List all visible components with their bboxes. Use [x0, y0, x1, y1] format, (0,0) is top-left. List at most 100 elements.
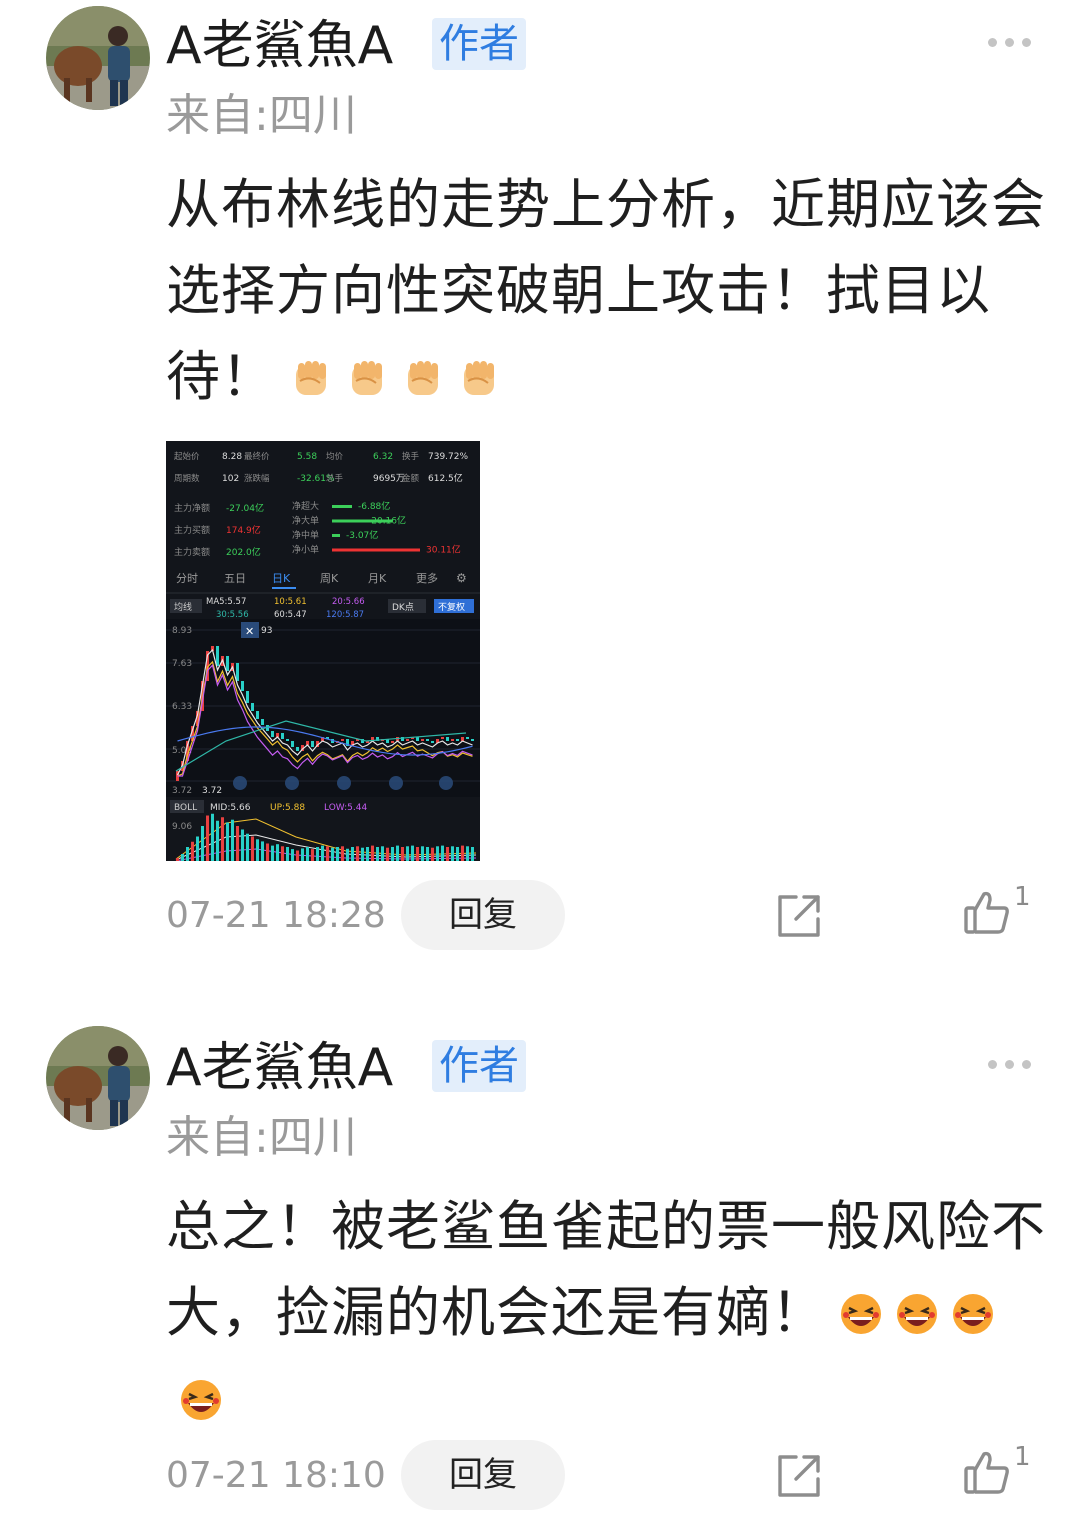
stat-label: 周期数 [174, 473, 200, 484]
boll-bar [186, 847, 189, 861]
stat-label: 均价 [326, 451, 344, 462]
more-options-icon[interactable] [986, 1056, 1034, 1072]
boll-bar [381, 846, 384, 861]
candle [246, 691, 249, 703]
boll-bar [206, 815, 209, 861]
fund-value: -27.04亿 [226, 502, 264, 514]
boll-bar [401, 847, 404, 861]
chart-tab: 分时 [176, 572, 198, 585]
timestamp: 07-21 18:28 [166, 895, 386, 936]
fund-label: 净大单 [292, 515, 319, 527]
candle [466, 737, 469, 739]
fund-bar [332, 505, 352, 508]
candle [446, 737, 449, 741]
boll-bar [336, 847, 339, 861]
svg-text:93: 93 [261, 626, 272, 636]
boll-bar [241, 829, 244, 861]
share-icon[interactable] [776, 1453, 822, 1499]
like-count: 1 [1014, 1442, 1031, 1472]
stat-label: 金额 [402, 473, 420, 484]
stat-label: 起始价 [174, 451, 200, 462]
boll-bar [431, 847, 434, 861]
boll-bar [446, 847, 449, 861]
reply-button[interactable]: 回复 [401, 1440, 565, 1510]
active-tab-indicator [272, 587, 296, 589]
fund-value: -6.88亿 [358, 500, 390, 512]
boll-low: LOW:5.44 [324, 803, 367, 813]
fund-value: -20.16亿 [368, 515, 406, 527]
boll-bar [436, 846, 439, 861]
emoji-group [276, 345, 500, 408]
laughing-emoji [181, 1380, 221, 1420]
more-options-icon[interactable] [986, 34, 1034, 50]
fund-label: 净小单 [292, 544, 319, 556]
boll-bar [466, 846, 469, 861]
username[interactable]: A老鯊魚A [166, 16, 393, 76]
chart-tab: 五日 [224, 572, 246, 585]
price-tick: 3.72 [172, 786, 192, 796]
candle [261, 719, 264, 725]
fund-bar [332, 548, 420, 552]
stat-value: 6.32 [373, 452, 393, 462]
reply-button[interactable]: 回复 [401, 880, 565, 950]
boll-bar [226, 822, 229, 861]
boll-bar [406, 846, 409, 861]
boll-bar [456, 847, 459, 861]
chart-tab: 日K [272, 572, 291, 585]
boll-bar [331, 847, 334, 861]
boll-bar [416, 847, 419, 861]
price-tick: 7.63 [172, 659, 192, 669]
stat-value: 612.5亿 [428, 472, 463, 484]
boll-bar [371, 845, 374, 861]
laughing-emoji [953, 1294, 993, 1334]
candle [251, 703, 254, 711]
candle [281, 733, 284, 739]
stat-label: 涨跌幅 [244, 473, 270, 484]
stat-value: 9695万 [373, 474, 405, 484]
boll-mid: MID:5.66 [210, 803, 251, 813]
candle [391, 741, 394, 743]
boll-bar [201, 826, 204, 861]
dk-label: DK点 [392, 602, 414, 613]
ma-label: 均线 [174, 601, 192, 613]
candle [216, 646, 219, 666]
candle [311, 741, 314, 747]
share-icon[interactable] [776, 893, 822, 939]
candle [421, 739, 424, 741]
candle [226, 656, 229, 671]
fist-emoji [352, 361, 382, 395]
boll-bar [216, 820, 219, 861]
avatar[interactable] [46, 6, 150, 110]
boll-bar [391, 847, 394, 861]
boll-bar [441, 845, 444, 861]
candle [471, 739, 474, 741]
boll-bar [306, 847, 309, 861]
boll-bar [361, 847, 364, 861]
boll-bar [276, 844, 279, 861]
like-icon[interactable] [962, 888, 1012, 938]
boll-bar [346, 848, 349, 861]
chart-tab: 更多 [416, 571, 438, 585]
avatar[interactable] [46, 1026, 150, 1130]
fist-emoji [464, 361, 494, 395]
boll-bar [421, 846, 424, 861]
stock-chart-image[interactable]: 起始价 8.28 最终价 5.58 均价 6.32 换手 739.72% 周期数 102 涨跌幅 -3… [166, 441, 480, 861]
fund-label: 主力净额 [174, 502, 210, 514]
username[interactable]: A老鯊魚A [166, 1038, 393, 1098]
boll-bar [321, 845, 324, 861]
stat-value: 739.72% [428, 452, 468, 462]
boll-bar [231, 819, 234, 861]
boll-bar [251, 836, 254, 861]
svg-text:✕: ✕ [245, 625, 254, 638]
fund-value: 202.0亿 [226, 546, 261, 558]
stat-label: 总手 [326, 473, 344, 484]
boll-label: BOLL [174, 803, 197, 813]
author-badge: 作者 [432, 1040, 526, 1092]
fund-value: -3.07亿 [346, 529, 378, 541]
ma-value: 10:5.61 [274, 597, 307, 607]
boll-bar [351, 847, 354, 861]
ma-value: 120:5.87 [326, 610, 364, 620]
like-icon[interactable] [962, 1448, 1012, 1498]
boll-bar [311, 849, 314, 861]
boll-bar [326, 846, 329, 861]
